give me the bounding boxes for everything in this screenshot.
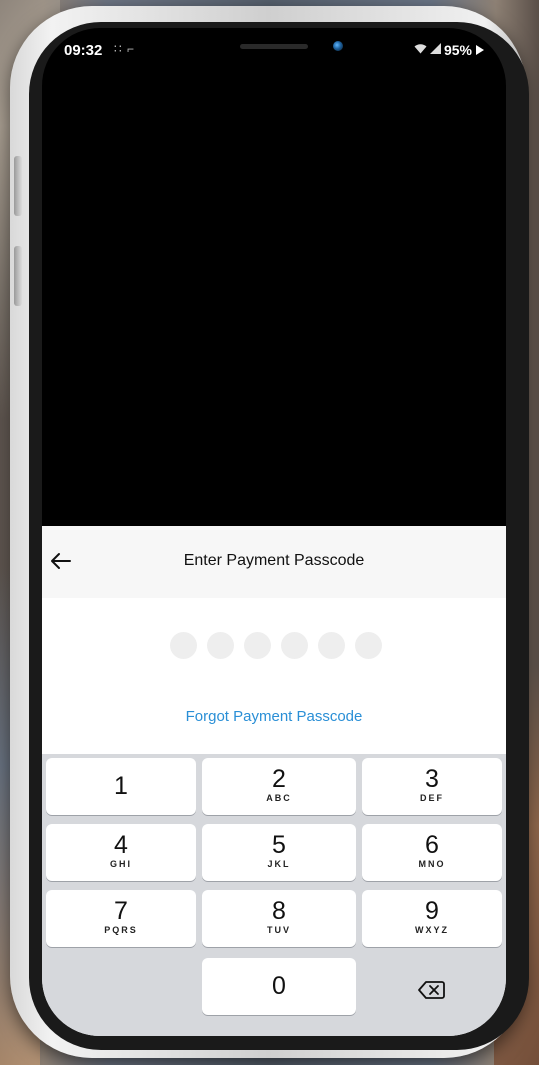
key-number: 9 [425,897,439,925]
notch [137,28,407,74]
key-letters: TUV [267,925,291,935]
key-letters: JKL [267,859,291,869]
forgot-passcode-link[interactable]: Forgot Payment Passcode [42,708,506,725]
passcode-dot [355,632,382,659]
speaker [240,44,308,49]
key-5[interactable]: 5 JKL [202,824,356,881]
side-button [14,156,22,216]
passcode-dot [318,632,345,659]
status-right: 95% [414,42,484,58]
sheet-header: Enter Payment Passcode [42,526,506,598]
side-button [14,246,22,306]
passcode-dot [244,632,271,659]
key-letters: ABC [266,793,292,803]
status-time: 09:32 [64,42,103,59]
passcode-sheet: Enter Payment Passcode Forgot Payment Pa… [42,526,506,1036]
key-3[interactable]: 3 DEF [362,758,502,815]
passcode-dot [170,632,197,659]
battery-percent: 95% [443,42,472,58]
key-7[interactable]: 7 PQRS [46,890,196,947]
key-number: 1 [114,772,128,800]
key-8[interactable]: 8 TUV [202,890,356,947]
passcode-dot [281,632,308,659]
key-number: 4 [114,831,128,859]
key-number: 7 [114,897,128,925]
backspace-icon [418,981,445,999]
key-letters: PQRS [104,925,138,935]
front-camera [333,41,343,51]
key-number: 6 [425,831,439,859]
phone-screen: 09:32 ∷ ⌐ 95% Enter Payment Passcode For… [42,28,506,1036]
key-0[interactable]: 0 [202,958,356,1015]
key-letters: WXYZ [415,925,449,935]
key-4[interactable]: 4 GHI [46,824,196,881]
passcode-dot [207,632,234,659]
key-2[interactable]: 2 ABC [202,758,356,815]
key-number: 8 [272,897,286,925]
battery-icon [476,45,484,55]
sheet-title: Enter Payment Passcode [183,552,365,569]
key-letters: GHI [109,859,132,869]
key-9[interactable]: 9 WXYZ [362,890,502,947]
wifi-icon [414,43,427,57]
key-6[interactable]: 6 MNO [362,824,502,881]
passcode-area: Forgot Payment Passcode [42,598,506,758]
backspace-button[interactable] [360,962,502,1018]
signal-icon [429,43,441,57]
key-1[interactable]: 1 [46,758,196,815]
key-number: 0 [272,972,286,1000]
key-letters: MNO [418,859,446,869]
key-number: 5 [272,831,286,859]
numeric-keypad: 1 2 ABC 3 DEF 4 GHI 5 JKL 6 MNO 7 PQRS 8… [42,754,506,1036]
status-extra-icons: ∷ ⌐ [114,42,135,56]
key-number: 3 [425,765,439,793]
key-letters: DEF [420,793,444,803]
passcode-dots [170,632,382,659]
key-number: 2 [272,765,286,793]
